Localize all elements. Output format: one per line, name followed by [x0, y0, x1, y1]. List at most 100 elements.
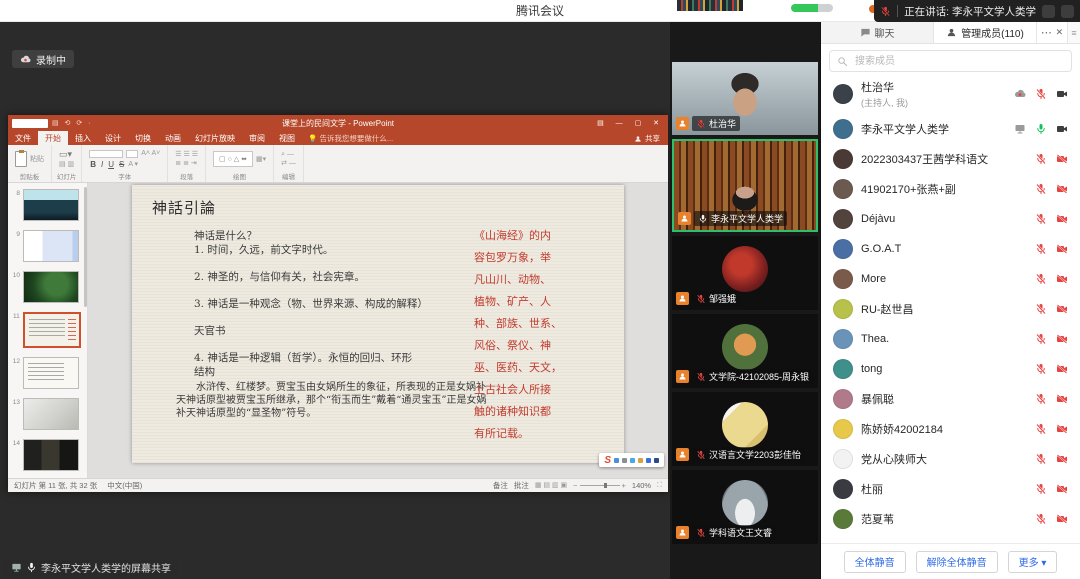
mic-muted-icon[interactable] [1035, 393, 1047, 405]
camera-muted-icon[interactable] [1056, 273, 1068, 285]
language-indicator[interactable]: 中文(中国) [107, 480, 142, 491]
tab-chat[interactable]: 聊天 [821, 22, 933, 43]
ppt-tab-视图[interactable]: 视图 [272, 131, 302, 145]
ppt-tab-开始[interactable]: 开始 [38, 131, 68, 145]
camera-muted-icon[interactable] [1056, 153, 1068, 165]
camera-muted-icon[interactable] [1056, 243, 1068, 255]
mic-muted-icon[interactable] [1035, 213, 1047, 225]
ppt-tellme[interactable]: 💡 告诉我您想要做什么... [302, 131, 399, 145]
camera-muted-icon[interactable] [1056, 393, 1068, 405]
sogou-logo[interactable]: S [604, 455, 611, 466]
member-row[interactable]: Thea. [821, 324, 1080, 354]
unmute-all-button[interactable]: 解除全体静音 [916, 551, 998, 573]
member-row[interactable]: 陈娇娇42002184 [821, 414, 1080, 444]
camera-muted-icon[interactable] [1056, 303, 1068, 315]
mic-muted-icon[interactable] [1035, 243, 1047, 255]
view-buttons[interactable]: ▦ ▤ ▥ ▣ [535, 482, 567, 489]
sogou-tool-icons[interactable] [614, 458, 659, 463]
zoom-slider[interactable]: −+ [573, 481, 626, 490]
member-row[interactable]: RU-赵世昌 [821, 294, 1080, 324]
mic-muted-icon[interactable] [1035, 453, 1047, 465]
camera-muted-icon[interactable] [1056, 453, 1068, 465]
ppt-tab-幻灯片放映[interactable]: 幻灯片放映 [188, 131, 242, 145]
ppt-tab-审阅[interactable]: 审阅 [242, 131, 272, 145]
member-row[interactable]: G.O.A.T [821, 234, 1080, 264]
ppt-tab-设计[interactable]: 设计 [98, 131, 128, 145]
slide-thumbnail[interactable]: 8 [10, 189, 81, 221]
underline-button[interactable]: U [107, 160, 115, 169]
shapes-gallery[interactable]: ▢ ○ △ ⬌ [213, 151, 253, 167]
mic-on-icon[interactable] [1035, 123, 1047, 135]
camera-muted-icon[interactable] [1056, 333, 1068, 345]
slide-thumbnail[interactable]: 10 [10, 271, 81, 303]
member-row[interactable]: 暴佩聪 [821, 384, 1080, 414]
ribbon-group-font[interactable]: A˄ A˅ B I U S A ▾ 字体 [82, 145, 168, 182]
search-input[interactable] [853, 55, 1064, 68]
video-tile[interactable]: 文学院-42102085-周永银 [672, 314, 818, 388]
camera-on-icon[interactable] [1056, 123, 1068, 135]
video-tile[interactable]: 学科语文王文睿 [672, 470, 818, 544]
cloud-record-icon[interactable] [1014, 88, 1026, 100]
camera-muted-icon[interactable] [1056, 363, 1068, 375]
recording-badge[interactable]: 录制中 [12, 50, 74, 68]
ribbon-group-slides[interactable]: ▭▾▤ ▥ 幻灯片 [52, 145, 82, 182]
more-button[interactable]: 更多 ▾ [1008, 551, 1058, 573]
mic-muted-icon[interactable] [1035, 513, 1047, 525]
slide-thumbnail[interactable]: 11 [10, 312, 81, 348]
mic-muted-icon[interactable] [1035, 303, 1047, 315]
bold-button[interactable]: B [89, 160, 97, 169]
mic-muted-icon[interactable] [1035, 88, 1047, 100]
mic-muted-icon[interactable] [1035, 333, 1047, 345]
mic-muted-icon[interactable] [1035, 363, 1047, 375]
ribbon-group-paragraph[interactable]: ☰ ☰ ☰ ≣ ≣ ⇥ 段落 [168, 145, 206, 182]
fit-to-window-icon[interactable]: ⛶ [657, 482, 662, 489]
member-search-box[interactable] [829, 50, 1072, 72]
slide-thumbnail[interactable]: 13 [10, 398, 81, 430]
member-row[interactable]: 党从心陕师大 [821, 444, 1080, 474]
member-row[interactable]: 李永平文学人类学 [821, 114, 1080, 144]
member-row[interactable]: 2022303437王茜学科语文 [821, 144, 1080, 174]
member-row[interactable]: 范夏苇 [821, 504, 1080, 534]
camera-on-icon[interactable] [1056, 88, 1068, 100]
ppt-quick-access-box[interactable] [12, 119, 48, 128]
member-row[interactable]: 41902170+张燕+副 [821, 174, 1080, 204]
italic-button[interactable]: I [100, 160, 104, 169]
panel-more-button[interactable]: ⋯ [1041, 26, 1052, 39]
panel-close-button[interactable]: ✕ [1056, 27, 1064, 38]
ribbon-group-clipboard[interactable]: 粘贴 剪贴板 [8, 145, 52, 182]
member-row[interactable]: 杜治华 (主持人, 我) [821, 74, 1080, 114]
video-tile[interactable]: 李永平文学人类学 [672, 139, 818, 232]
member-row[interactable]: Déjàvu [821, 204, 1080, 234]
ribbon-group-drawing[interactable]: ▢ ○ △ ⬌ ▦▾ 绘图 [206, 145, 274, 182]
volume-indicator[interactable] [791, 4, 833, 12]
font-size-box[interactable] [126, 150, 138, 158]
camera-muted-icon[interactable] [1056, 483, 1068, 495]
strikethrough-button[interactable]: S [118, 160, 125, 169]
video-tile[interactable]: 汉语言文学2203彭佳怡 [672, 392, 818, 466]
ppt-tab-文件[interactable]: 文件 [8, 131, 38, 145]
member-row[interactable]: tong [821, 354, 1080, 384]
ppt-quick-access-icons[interactable]: ▤ ⟲ ⟳ · [52, 119, 93, 127]
zoom-level[interactable]: 140% [632, 481, 651, 490]
member-row[interactable]: More [821, 264, 1080, 294]
notes-button[interactable]: 备注 [493, 480, 508, 491]
sogou-input-toolbar[interactable]: S [599, 453, 664, 467]
slide-thumbnail[interactable]: 12 [10, 357, 81, 389]
slide-thumbnail[interactable]: 9 [10, 230, 81, 262]
mic-muted-icon[interactable] [1035, 183, 1047, 195]
ribbon-group-editing[interactable]: ⌕ ― ⇄ ― 编辑 [274, 145, 304, 182]
camera-muted-icon[interactable] [1056, 423, 1068, 435]
mic-muted-icon[interactable] [1035, 273, 1047, 285]
thumbnail-scrollbar[interactable] [84, 187, 87, 307]
slide-thumbnail[interactable]: 14 [10, 439, 81, 471]
mute-all-button[interactable]: 全体静音 [844, 551, 906, 573]
paste-icon[interactable] [15, 151, 27, 167]
mic-muted-icon[interactable] [1035, 423, 1047, 435]
camera-muted-icon[interactable] [1056, 183, 1068, 195]
mic-muted-icon[interactable] [1035, 153, 1047, 165]
video-tile[interactable]: 杜治华 [672, 62, 818, 135]
panel-drag-handle[interactable]: ≡ [1067, 22, 1080, 43]
video-tile[interactable]: 邹强娥 [672, 236, 818, 310]
mic-muted-icon[interactable] [1035, 483, 1047, 495]
ppt-window-controls[interactable]: ▤ — ▢ ✕ [597, 119, 664, 127]
